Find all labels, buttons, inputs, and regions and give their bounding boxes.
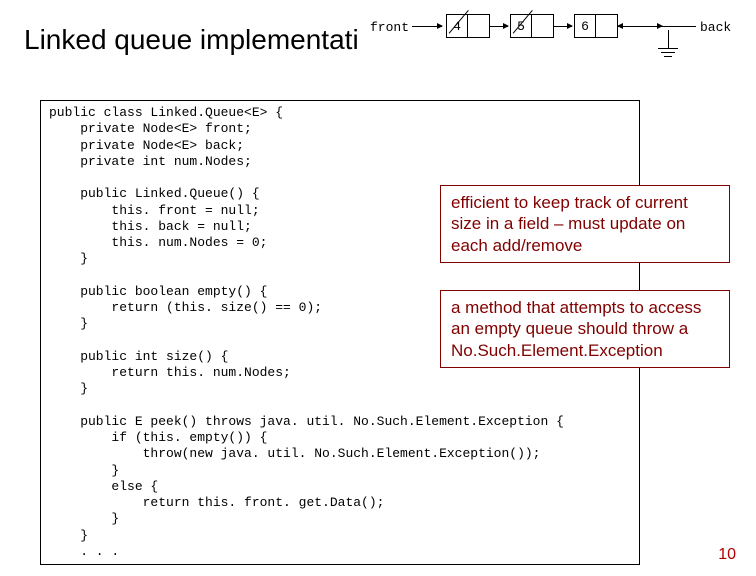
node-1: 4: [446, 14, 490, 38]
callout-efficient: efficient to keep track of current size …: [440, 185, 730, 263]
arrow: [490, 26, 508, 27]
arrow: [554, 26, 572, 27]
node-3: 6: [574, 14, 618, 38]
node-value: 4: [447, 15, 468, 37]
node-pointer: [532, 15, 553, 37]
node-pointer: [468, 15, 489, 37]
callout-exception: a method that attempts to access an empt…: [440, 290, 730, 368]
node-value: 5: [511, 15, 532, 37]
node-value: 6: [575, 15, 596, 37]
slide-title: Linked queue implementati: [24, 24, 359, 56]
page-number: 10: [718, 546, 736, 564]
linked-list-diagram: front 4 5 6 back: [370, 12, 740, 72]
node-2: 5: [510, 14, 554, 38]
front-label: front: [370, 20, 409, 35]
back-label: back: [700, 20, 731, 35]
node-pointer: [596, 15, 617, 37]
arrow-back: [618, 26, 696, 27]
arrow: [412, 26, 442, 27]
